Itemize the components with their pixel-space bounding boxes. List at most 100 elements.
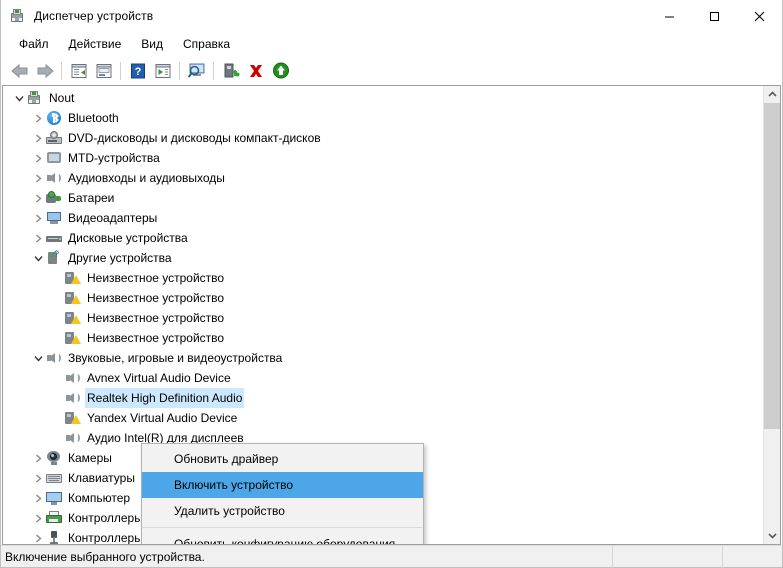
tree-row[interactable]: Аудиовходы и аудиовыходы xyxy=(3,168,763,188)
menu-help[interactable]: Справка xyxy=(173,34,240,55)
tree-row-label: MTD-устройства xyxy=(68,151,160,165)
svg-text:?: ? xyxy=(134,66,141,78)
show-hide-console-tree-icon[interactable] xyxy=(66,59,91,83)
tree-row-label: Nout xyxy=(49,91,75,105)
tree-row[interactable]: Неизвестное устройство xyxy=(3,268,763,288)
enable-device-icon[interactable] xyxy=(218,59,243,83)
menu-file[interactable]: Файл xyxy=(9,34,59,55)
back-icon[interactable] xyxy=(7,59,32,83)
context-menu-separator xyxy=(143,527,422,528)
chevron-right-icon[interactable] xyxy=(30,468,46,488)
help-icon[interactable]: ? xyxy=(125,59,150,83)
chevron-right-icon[interactable] xyxy=(30,188,46,208)
chevron-down-icon[interactable] xyxy=(30,248,46,268)
context-menu-item-label: Обновить конфигурацию оборудования xyxy=(174,537,396,545)
tree-row[interactable]: Неизвестное устройство xyxy=(3,308,763,328)
statusbar: Включение выбранного устройства. xyxy=(1,545,782,568)
chevron-up-icon[interactable] xyxy=(764,86,780,103)
update-driver-icon[interactable] xyxy=(150,59,175,83)
context-menu-item[interactable]: Включить устройство xyxy=(142,472,423,498)
window-title: Диспетчер устройств xyxy=(34,9,154,23)
tree-row[interactable]: Батареи xyxy=(3,188,763,208)
context-menu-item-label: Удалить устройство xyxy=(174,504,285,518)
minimize-button[interactable] xyxy=(647,0,692,32)
titlebar: Диспетчер устройств xyxy=(1,0,782,32)
chevron-down-icon[interactable] xyxy=(11,88,27,108)
scan-hardware-changes-icon[interactable] xyxy=(184,59,209,83)
chevron-right-icon[interactable] xyxy=(30,448,46,468)
tree-row[interactable]: Дисковые устройства xyxy=(3,228,763,248)
speaker-icon xyxy=(65,390,81,406)
menubar: Файл Действие Вид Справка xyxy=(1,32,782,57)
menu-action[interactable]: Действие xyxy=(59,34,132,55)
tree-row[interactable]: Звуковые, игровые и видеоустройства xyxy=(3,348,763,368)
toolbar-separator xyxy=(213,61,214,80)
chevron-right-icon[interactable] xyxy=(30,168,46,188)
chevron-right-icon[interactable] xyxy=(30,528,46,544)
context-menu-item[interactable]: Удалить устройство xyxy=(142,498,423,524)
twisty-spacer xyxy=(49,408,65,428)
speaker-icon xyxy=(46,170,62,186)
tree-row-label: Неизвестное устройство xyxy=(87,311,225,325)
computer-icon xyxy=(27,90,43,106)
context-menu-item[interactable]: Обновить драйвер xyxy=(142,446,423,472)
speaker-icon xyxy=(65,430,81,446)
toolbar-separator xyxy=(120,61,121,80)
twisty-spacer xyxy=(49,428,65,448)
maximize-button[interactable] xyxy=(692,0,737,32)
scrollbar-track[interactable] xyxy=(764,103,780,527)
tree-row[interactable]: ? Другие устройства xyxy=(3,248,763,268)
tree-row[interactable]: MTD-устройства xyxy=(3,148,763,168)
tree-row-label: Неизвестное устройство xyxy=(87,271,225,285)
context-menu[interactable]: Обновить драйвер Включить устройство Удали… xyxy=(141,443,424,545)
tree-row[interactable]: Realtek High Definition Audio xyxy=(3,388,763,408)
tree-row-label: Другие устройства xyxy=(68,251,172,265)
chevron-right-icon[interactable] xyxy=(30,128,46,148)
tree-row-label: Аудиовходы и аудиовыходы xyxy=(68,171,225,185)
close-button[interactable] xyxy=(737,0,782,32)
tree-row[interactable]: Bluetooth xyxy=(3,108,763,128)
chevron-right-icon[interactable] xyxy=(30,208,46,228)
chevron-right-icon[interactable] xyxy=(30,148,46,168)
status-cell-secondary xyxy=(612,545,722,568)
menu-view[interactable]: Вид xyxy=(131,34,173,55)
chevron-right-icon[interactable] xyxy=(30,108,46,128)
properties-icon[interactable] xyxy=(91,59,116,83)
context-menu-item[interactable]: Обновить конфигурацию оборудования xyxy=(142,531,423,545)
tree-row-label: Камеры xyxy=(68,451,112,465)
tree-row-label: Realtek High Definition Audio xyxy=(85,388,245,408)
tree-row-label: Неизвестное устройство xyxy=(87,331,225,345)
twisty-spacer xyxy=(49,268,65,288)
display-adapter-icon xyxy=(46,210,62,226)
uninstall-device-icon[interactable] xyxy=(243,59,268,83)
tree-row[interactable]: Nout xyxy=(3,88,763,108)
forward-icon[interactable] xyxy=(32,59,57,83)
tree-row-label: Клавиатуры xyxy=(68,471,135,485)
tree-row-label: Звуковые, игровые и видеоустройства xyxy=(68,351,283,365)
tree-row[interactable]: Avnex Virtual Audio Device xyxy=(3,368,763,388)
vertical-scrollbar[interactable] xyxy=(763,86,780,544)
twisty-spacer xyxy=(49,308,65,328)
tree-row[interactable]: Неизвестное устройство xyxy=(3,328,763,348)
tree-row[interactable]: Видеоадаптеры xyxy=(3,208,763,228)
toolbar-separator xyxy=(179,61,180,80)
twisty-spacer xyxy=(49,368,65,388)
toolbar: ? xyxy=(1,57,782,85)
scrollbar-thumb[interactable] xyxy=(764,103,780,430)
chevron-down-icon[interactable] xyxy=(764,527,780,544)
tree-row[interactable]: DVD-дисководы и дисководы компакт-дисков xyxy=(3,128,763,148)
speaker-icon xyxy=(46,350,62,366)
keyboard-icon xyxy=(46,470,62,486)
chevron-right-icon[interactable] xyxy=(30,228,46,248)
chevron-down-icon[interactable] xyxy=(30,348,46,368)
twisty-spacer xyxy=(49,288,65,308)
device-manager-icon xyxy=(10,8,26,24)
chevron-right-icon[interactable] xyxy=(30,488,46,508)
unknown-device-icon xyxy=(65,290,81,306)
enable-green-icon[interactable] xyxy=(268,59,293,83)
chevron-right-icon[interactable] xyxy=(30,508,46,528)
tree-row[interactable]: Неизвестное устройство xyxy=(3,288,763,308)
tree-row[interactable]: Yandex Virtual Audio Device xyxy=(3,408,763,428)
twisty-spacer xyxy=(49,328,65,348)
toolbar-separator xyxy=(61,61,62,80)
